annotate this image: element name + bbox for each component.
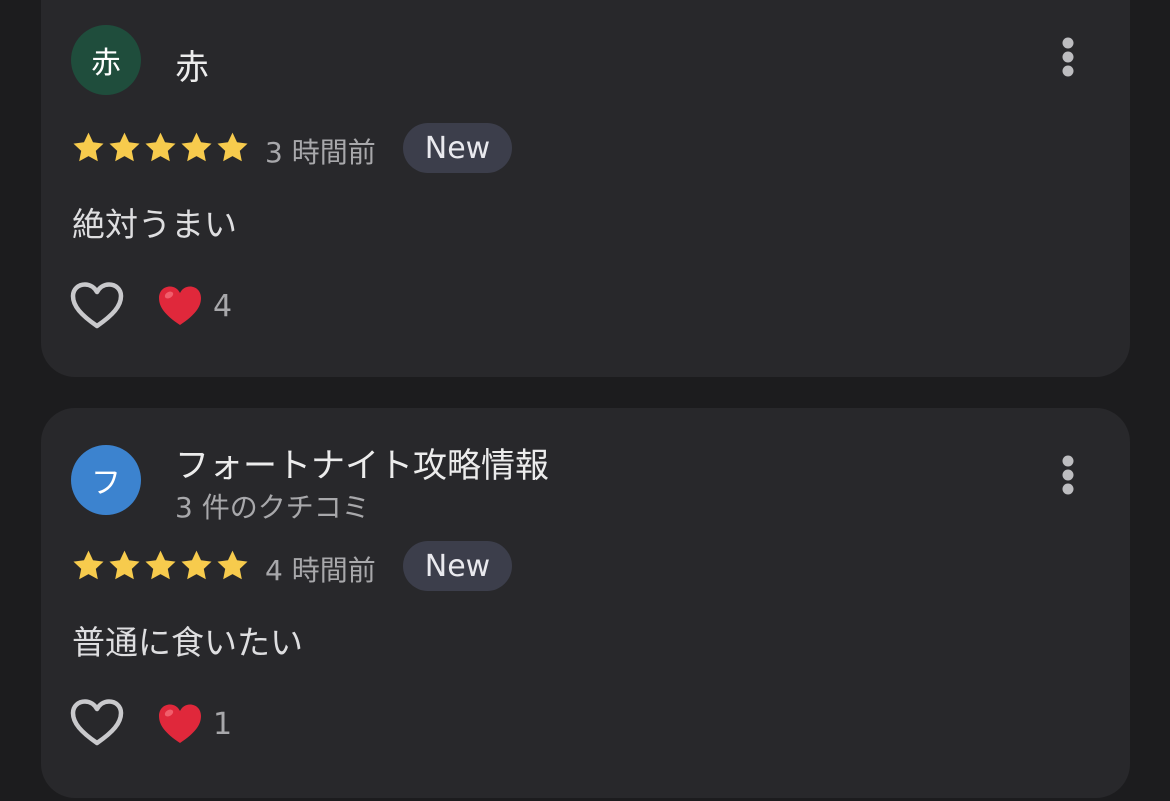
star-icon — [217, 550, 248, 580]
review-time: 3 時間前 — [265, 136, 376, 169]
star-icon — [217, 132, 248, 162]
more-vertical-icon — [1062, 455, 1074, 495]
star-icon — [145, 550, 176, 580]
avatar[interactable]: 赤 — [71, 25, 141, 95]
red-heart-emoji — [159, 704, 201, 743]
star-icon — [145, 132, 176, 162]
review-card: フ フォートナイト攻略情報 3 件のクチコミ 4 時間前 New 普通に食いたい… — [41, 408, 1130, 798]
author-name[interactable]: フォートナイト攻略情報 — [175, 438, 549, 487]
red-heart-emoji — [159, 286, 201, 325]
star-icon — [181, 550, 212, 580]
review-text: 絶対うまい — [72, 205, 237, 244]
more-options-button[interactable] — [1053, 36, 1083, 86]
avatar[interactable]: フ — [71, 445, 141, 515]
review-time: 4 時間前 — [265, 554, 376, 587]
like-button[interactable] — [69, 281, 125, 331]
star-icon — [73, 550, 104, 580]
heart-outline-icon — [70, 699, 124, 746]
star-icon — [73, 132, 104, 162]
star-rating — [71, 548, 250, 583]
review-text: 普通に食いたい — [72, 623, 303, 662]
review-card: 赤 赤 3 時間前 New 絶対うまい 4 — [41, 0, 1130, 377]
new-badge: New — [403, 541, 512, 591]
reaction-count: 1 — [213, 706, 233, 742]
more-vertical-icon — [1062, 37, 1074, 77]
reaction-count: 4 — [213, 288, 233, 324]
star-rating — [71, 130, 250, 165]
heart-reaction[interactable]: 4 — [157, 280, 232, 332]
review-count[interactable]: 3 件のクチコミ — [175, 486, 370, 526]
star-icon — [109, 550, 140, 580]
heart-outline-icon — [70, 282, 124, 329]
author-name[interactable]: 赤 — [175, 40, 209, 89]
heart-reaction[interactable]: 1 — [157, 698, 232, 750]
more-options-button[interactable] — [1053, 454, 1083, 504]
star-icon — [109, 132, 140, 162]
like-button[interactable] — [69, 698, 125, 748]
star-icon — [181, 132, 212, 162]
new-badge: New — [403, 123, 512, 173]
